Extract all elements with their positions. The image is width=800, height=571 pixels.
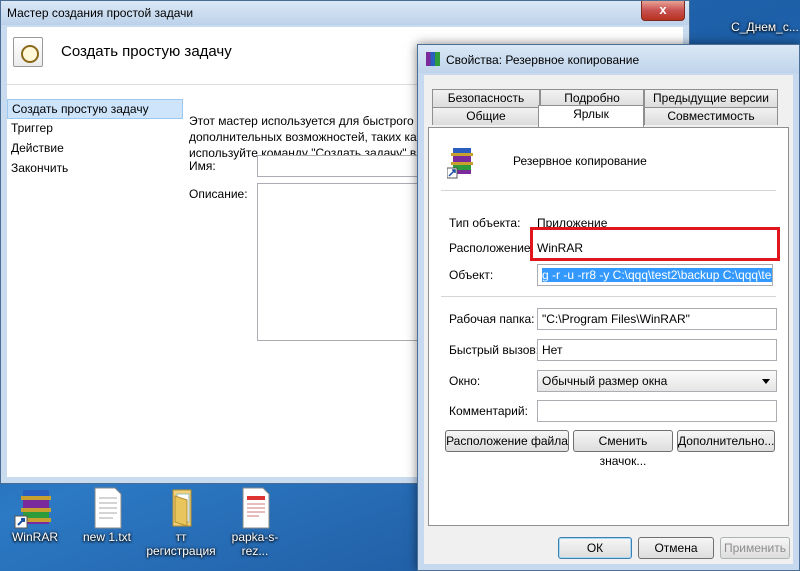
description-line: Этот мастер используется для быстрого п	[189, 114, 419, 128]
target-selected-text: g -r -u -rr8 -y C:\qqq\test2\backup C:\q…	[542, 268, 772, 282]
advanced-button[interactable]: Дополнительно...	[677, 430, 775, 452]
properties-titlebar[interactable]: Свойства: Резервное копирование	[418, 45, 799, 73]
task-scheduler-icon	[13, 37, 43, 67]
shortcut-name: Резервное копирование	[513, 154, 647, 168]
comment-input[interactable]	[537, 400, 777, 422]
winrar-icon	[13, 486, 57, 530]
desktop-icon-folder[interactable]: тт регистрация	[146, 486, 216, 558]
wizard-description: Этот мастер используется для быстрого п …	[189, 113, 419, 161]
tab-previous-versions[interactable]: Предыдущие версии	[644, 89, 778, 107]
run-mode-select[interactable]: Обычный размер окна	[537, 370, 777, 392]
object-type-label: Тип объекта:	[449, 216, 521, 230]
desktop-icon-label: papka-s-rez...	[231, 530, 279, 558]
shortcut-properties-dialog: Свойства: Резервное копирование Безопасн…	[417, 44, 800, 571]
wizard-step-finish[interactable]: Закончить	[7, 159, 183, 179]
location-value: WinRAR	[537, 241, 584, 255]
hotkey-input[interactable]: Нет	[537, 339, 777, 361]
wizard-titlebar[interactable]: Мастер создания простой задачи	[1, 1, 689, 25]
hotkey-label: Быстрый вызов:	[449, 343, 540, 357]
wizard-step-action[interactable]: Действие	[7, 139, 183, 159]
wizard-steps: Создать простую задачу Триггер Действие …	[7, 99, 183, 179]
tab-general[interactable]: Общие	[432, 107, 540, 125]
start-in-input[interactable]: "C:\Program Files\WinRAR"	[537, 308, 777, 330]
wizard-window-title: Мастер создания простой задачи	[7, 6, 194, 20]
target-input[interactable]: g -r -u -rr8 -y C:\qqq\test2\backup C:\q…	[537, 264, 773, 286]
separator	[441, 190, 776, 191]
desktop-icon-new-txt[interactable]: new 1.txt	[72, 486, 142, 544]
desktop-icon-label: тт регистрация	[146, 530, 216, 558]
chevron-down-icon	[762, 379, 770, 384]
object-type-value: Приложение	[537, 216, 608, 230]
location-label: Расположение:	[449, 241, 534, 255]
name-input[interactable]	[257, 155, 427, 177]
cancel-button[interactable]: Отмена	[638, 537, 714, 559]
folder-icon	[159, 486, 203, 530]
shortcut-tab-page: Резервное копирование Тип объекта: Прило…	[428, 127, 789, 526]
desktop-icon-winrar[interactable]: WinRAR	[0, 486, 70, 544]
desktop-icon-label: WinRAR	[11, 530, 58, 544]
properties-body: Безопасность Подробно Предыдущие версии …	[424, 75, 793, 564]
desktop-icon-label: new 1.txt	[82, 530, 132, 544]
change-icon-button[interactable]: Сменить значок...	[573, 430, 673, 468]
tab-shortcut[interactable]: Ярлык	[538, 105, 644, 127]
wizard-header-title: Создать простую задачу	[61, 43, 232, 60]
description-label: Описание:	[189, 187, 248, 201]
wizard-step-create[interactable]: Создать простую задачу	[7, 99, 183, 119]
run-label: Окно:	[449, 374, 481, 388]
ok-button[interactable]: ОК	[558, 537, 632, 559]
file-location-button[interactable]: Расположение файла	[445, 430, 569, 452]
document-icon	[233, 486, 277, 530]
tab-security[interactable]: Безопасность	[432, 89, 540, 107]
winrar-shortcut-icon	[446, 146, 475, 180]
run-mode-value: Обычный размер окна	[542, 374, 668, 388]
target-label: Объект:	[449, 268, 494, 282]
desktop-icon-papka[interactable]: papka-s-rez...	[220, 486, 290, 558]
wizard-close-button[interactable]: x	[641, 1, 685, 21]
name-label: Имя:	[189, 159, 216, 173]
text-file-icon	[85, 486, 129, 530]
desktop-top-right-label[interactable]: С_Днем_с...	[730, 20, 800, 34]
winrar-small-icon	[426, 52, 440, 66]
wizard-step-trigger[interactable]: Триггер	[7, 119, 183, 139]
close-icon: x	[659, 2, 667, 17]
tab-compatibility[interactable]: Совместимость	[644, 107, 778, 125]
apply-button[interactable]: Применить	[720, 537, 790, 559]
description-line: дополнительных возможностей, таких как	[189, 130, 419, 144]
separator	[441, 296, 776, 297]
start-in-label: Рабочая папка:	[449, 312, 535, 326]
properties-window-title: Свойства: Резервное копирование	[446, 53, 640, 67]
description-textarea[interactable]	[257, 183, 427, 341]
comment-label: Комментарий:	[449, 404, 528, 418]
